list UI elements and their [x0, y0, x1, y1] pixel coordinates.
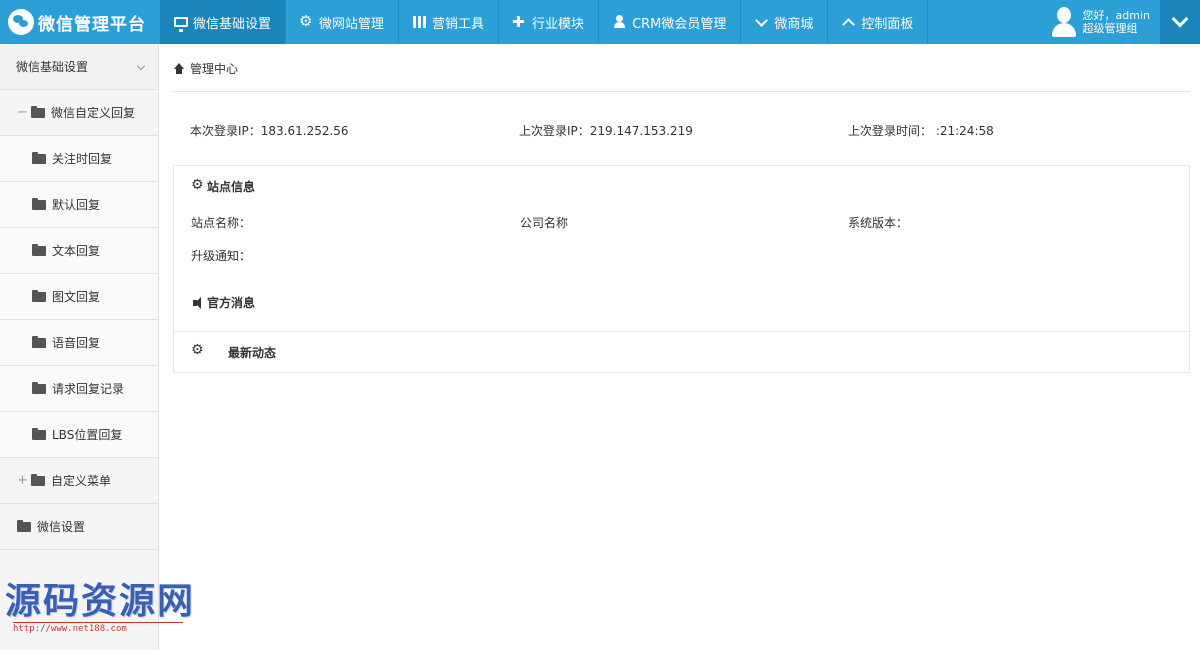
nav-micro-mall[interactable]: 微商城: [741, 0, 829, 44]
system-version: 系统版本：: [848, 216, 909, 230]
upgrade-notice: 升级通知：: [191, 249, 252, 263]
nav-wechat-basic[interactable]: 微信基础设置: [160, 0, 287, 44]
latest-news-title: 最新动态: [228, 345, 277, 360]
top-navbar: 微信管理平台 微信基础设置 微网站管理 营销工具 行业模块 CRM微会员管理 微…: [0, 0, 1200, 44]
user-text: 您好，admin 超级管理组: [1083, 9, 1150, 35]
sidebar-item-text-reply[interactable]: 文本回复: [0, 228, 158, 274]
puzzle-icon: [512, 13, 527, 31]
sidebar-header[interactable]: 微信基础设置: [0, 44, 158, 90]
nav-label: 营销工具: [432, 16, 485, 32]
latest-news-panel: 最新动态: [173, 332, 1190, 373]
nav-control-panel[interactable]: 控制面板: [828, 0, 929, 44]
folder-icon: [32, 335, 46, 348]
folder-icon: [32, 243, 46, 256]
chevron-up-icon: [842, 15, 856, 29]
monitor-icon: [174, 17, 188, 32]
folder-icon: [31, 105, 45, 118]
folder-icon: [32, 427, 46, 440]
last-login-ip: 上次登录IP：219.147.153.219: [519, 124, 693, 138]
folder-icon: [32, 197, 46, 210]
nav-label: 行业模块: [532, 16, 585, 32]
nav-marketing-tools[interactable]: 营销工具: [399, 0, 500, 44]
sidebar-group-custom-menu[interactable]: + 自定义菜单: [0, 458, 158, 504]
sidebar-item-default-reply[interactable]: 默认回复: [0, 182, 158, 228]
folder-icon: [32, 151, 46, 164]
nav-micro-site[interactable]: 微网站管理: [286, 0, 400, 44]
breadcrumb-label[interactable]: 管理中心: [190, 60, 238, 77]
sidebar-group-label: 自定义菜单: [51, 474, 112, 488]
folder-icon: [32, 381, 46, 394]
official-news-label: 官方消息: [207, 296, 256, 310]
speaker-icon: [192, 296, 204, 309]
sidebar-item-label: 微信设置: [37, 520, 86, 534]
site-info-title: 站点信息: [191, 177, 256, 195]
sidebar-item-news-reply[interactable]: 图文回复: [0, 274, 158, 320]
sidebar-item-label: 请求回复记录: [52, 382, 125, 396]
gear-icon: [299, 12, 314, 30]
chevron-down-icon: [755, 15, 769, 29]
company-name: 公司名称: [520, 216, 569, 230]
sidebar-item-label: 语音回复: [52, 336, 101, 350]
user-info[interactable]: 您好，admin 超级管理组: [1041, 0, 1160, 44]
watermark-text: 源码资源网: [5, 581, 196, 622]
nav-label: 微信基础设置: [193, 16, 272, 32]
brand-title: 微信管理平台: [38, 14, 146, 35]
divider: [173, 91, 1190, 92]
nav-label: CRM微会员管理: [632, 16, 727, 32]
user-role: 超级管理组: [1082, 22, 1138, 35]
user-menu-toggle[interactable]: [1160, 0, 1200, 44]
watermark: 源码资源网 http://www.net188.com: [5, 581, 205, 635]
nav-industry-module[interactable]: 行业模块: [499, 0, 600, 44]
main-content: 管理中心 本次登录IP：183.61.252.56 上次登录IP：219.147…: [160, 44, 1200, 650]
sidebar-item-label: 默认回复: [52, 198, 101, 212]
brand[interactable]: 微信管理平台: [0, 0, 160, 44]
avatar-icon: [1051, 6, 1077, 38]
sidebar-item-label: 图文回复: [52, 290, 101, 304]
sidebar-group-custom-reply[interactable]: − 微信自定义回复: [0, 90, 158, 136]
main-nav: 微信基础设置 微网站管理 营销工具 行业模块 CRM微会员管理 微商城 控制面板: [160, 0, 929, 44]
watermark-url: http://www.net188.com: [13, 622, 183, 634]
official-news-title: 官方消息: [192, 294, 255, 311]
chevron-down-icon: [136, 61, 146, 71]
sidebar-item-follow-reply[interactable]: 关注时回复: [0, 136, 158, 182]
sidebar-item-request-log[interactable]: 请求回复记录: [0, 366, 158, 412]
sidebar-header-label: 微信基础设置: [16, 60, 89, 74]
nav-label: 控制面板: [861, 16, 914, 32]
folder-icon: [32, 289, 46, 302]
sidebar-item-label: 关注时回复: [52, 152, 113, 166]
grid-icon: [413, 16, 428, 28]
site-info-title-label: 站点信息: [207, 180, 256, 194]
sidebar: 微信基础设置 − 微信自定义回复 关注时回复 默认回复 文本回复 图文回复 语音…: [0, 44, 159, 650]
home-icon: [173, 62, 185, 75]
sidebar-item-label: LBS位置回复: [52, 428, 123, 442]
last-login-time: 上次登录时间： :21:24:58: [848, 124, 994, 138]
site-name: 站点名称：: [191, 216, 252, 230]
user-icon: [613, 15, 627, 29]
nav-label: 微网站管理: [319, 16, 385, 32]
user-greeting: 您好，admin: [1082, 9, 1150, 22]
wechat-logo-icon: [8, 9, 34, 35]
sidebar-item-voice-reply[interactable]: 语音回复: [0, 320, 158, 366]
sidebar-item-lbs-reply[interactable]: LBS位置回复: [0, 412, 158, 458]
expand-icon: +: [17, 473, 28, 488]
sidebar-item-wechat-settings[interactable]: 微信设置: [0, 504, 158, 550]
nav-label: 微商城: [774, 16, 814, 32]
folder-icon: [17, 519, 31, 532]
gear-icon: [191, 342, 204, 358]
nav-crm-member[interactable]: CRM微会员管理: [599, 0, 742, 44]
current-login-ip: 本次登录IP：183.61.252.56: [190, 124, 349, 138]
folder-icon: [31, 473, 45, 486]
collapse-icon: −: [17, 105, 28, 120]
gear-icon: [191, 177, 204, 193]
breadcrumb: 管理中心: [173, 60, 238, 77]
sidebar-group-label: 微信自定义回复: [51, 106, 136, 120]
site-info-panel: 站点信息 站点名称： 公司名称 系统版本： 升级通知： 官方消息: [173, 165, 1190, 332]
sidebar-item-label: 文本回复: [52, 244, 101, 258]
